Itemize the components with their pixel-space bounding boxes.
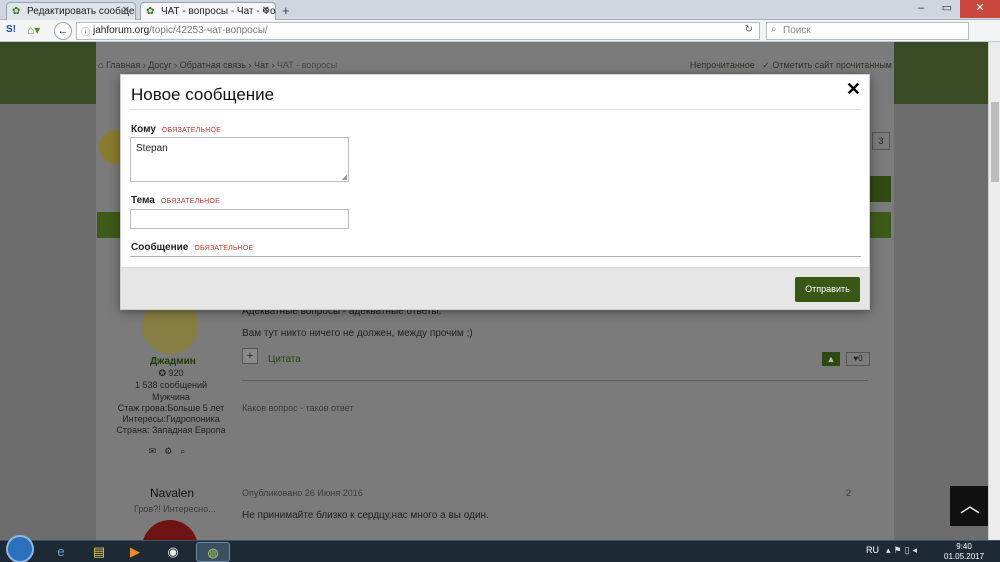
multiquote-button[interactable]: + bbox=[242, 348, 258, 364]
ie-icon[interactable]: e bbox=[44, 542, 78, 562]
breadcrumb-item[interactable]: Чат bbox=[254, 60, 269, 70]
firefox-icon[interactable]: ◍ bbox=[196, 542, 230, 562]
site-favicon-icon: ✿ bbox=[146, 6, 155, 17]
tab-edit-message[interactable]: ✿ Редактировать сообщени... ✕ bbox=[6, 2, 136, 20]
divider bbox=[242, 380, 868, 381]
recipient-field[interactable]: Stepan ◢ bbox=[130, 137, 349, 182]
browser-nav-bar: S! ⌂▾ ← ⓘ jahforum.org/topic/42253-чат-в… bbox=[0, 20, 1000, 42]
url-path: /topic/42253-чат-вопросы/ bbox=[149, 25, 268, 36]
reload-icon[interactable]: ↻ bbox=[745, 24, 753, 35]
resize-handle-icon[interactable]: ◢ bbox=[342, 173, 347, 181]
mark-read-link[interactable]: Отметить сайт прочитанным bbox=[772, 60, 892, 70]
address-bar[interactable]: ⓘ jahforum.org/topic/42253-чат-вопросы/ … bbox=[76, 22, 760, 40]
home-icon: ⌂ bbox=[98, 60, 106, 70]
start-button[interactable] bbox=[6, 535, 34, 562]
close-window-button[interactable]: ✕ bbox=[960, 0, 1000, 18]
required-badge: ОБЯЗАТЕЛЬНОЕ bbox=[194, 245, 254, 252]
message-count: 1 538 сообщений bbox=[134, 380, 208, 390]
quote-link[interactable]: Цитата bbox=[268, 354, 301, 365]
unread-link[interactable]: Непрочитанное bbox=[690, 60, 755, 70]
grow-experience: Стаж гровa:Больше 5 лет bbox=[117, 403, 225, 413]
folder-icon[interactable]: ▤ bbox=[82, 542, 116, 562]
recipient-value: Stepan bbox=[136, 143, 168, 154]
dialog-footer: Отправить bbox=[121, 267, 869, 309]
profile-actions: ✉⚙⌕ bbox=[112, 446, 230, 457]
addon-s-icon[interactable]: S! bbox=[6, 24, 16, 35]
scroll-top-button[interactable]: ︿ bbox=[950, 486, 988, 526]
like-button[interactable]: ♥0 bbox=[846, 352, 870, 366]
message-editor-top[interactable] bbox=[130, 256, 861, 257]
clock[interactable]: 9:40 01.05.2017 bbox=[944, 542, 984, 562]
dialog-title: Новое сообщение bbox=[131, 85, 275, 104]
chrome-icon[interactable]: ◉ bbox=[156, 542, 190, 562]
required-badge: ОБЯЗАТЕЛЬНОЕ bbox=[161, 127, 221, 134]
signature: Каков вопрос - таков ответ bbox=[242, 403, 354, 413]
window-controls: – ▭ ✕ bbox=[908, 0, 1000, 18]
post-text: Не принимайте близко к сердцу,нас много … bbox=[242, 510, 489, 521]
post-text: Вам тут никто ничего не должен, между пр… bbox=[242, 328, 473, 339]
reply-button[interactable] bbox=[867, 176, 891, 202]
scrollbar-thumb[interactable] bbox=[991, 102, 999, 182]
close-icon[interactable]: ✕ bbox=[846, 79, 861, 100]
breadcrumb-item[interactable]: Главная bbox=[106, 60, 140, 70]
message-label: Сообщение ОБЯЗАТЕЛЬНОЕ bbox=[131, 242, 254, 253]
media-player-icon[interactable]: ▶ bbox=[118, 542, 152, 562]
browser-tab-bar: ✿ Редактировать сообщени... ✕ ✿ ЧАТ - во… bbox=[0, 0, 1000, 20]
subject-input[interactable] bbox=[130, 209, 349, 229]
upvote-button[interactable]: ▲ bbox=[822, 352, 840, 366]
tab-label: ЧАТ - вопросы - Чат - Фо... bbox=[161, 6, 276, 17]
tab-label: Редактировать сообщени... bbox=[27, 6, 135, 17]
search-bar[interactable]: ⌕ Поиск bbox=[766, 22, 969, 40]
clock-date: 01.05.2017 bbox=[944, 552, 985, 561]
new-tab-button[interactable]: + bbox=[282, 3, 290, 18]
new-message-dialog: Новое сообщение ✕ Кому ОБЯЗАТЕЛЬНОЕ Stepa… bbox=[120, 74, 870, 310]
divider bbox=[129, 109, 861, 110]
breadcrumb-item[interactable]: ЧАТ - вопросы bbox=[277, 60, 337, 70]
home-icon[interactable]: ⌂▾ bbox=[27, 23, 40, 37]
to-label: Кому ОБЯЗАТЕЛЬНОЕ bbox=[131, 124, 221, 135]
clock-time: 9:40 bbox=[956, 542, 972, 551]
url-domain: jahforum.org bbox=[93, 25, 150, 36]
page-scrollbar[interactable] bbox=[988, 42, 1000, 540]
back-button[interactable]: ← bbox=[54, 22, 72, 40]
info-icon[interactable]: ⓘ bbox=[81, 25, 90, 38]
post-count: 2 bbox=[846, 488, 852, 498]
pager-button[interactable]: 3 bbox=[872, 132, 890, 150]
breadcrumb-item[interactable]: Досуг bbox=[148, 60, 171, 70]
site-favicon-icon: ✿ bbox=[12, 6, 21, 17]
close-tab-icon[interactable]: ✕ bbox=[122, 5, 130, 16]
taskbar: e ▤ ▶ ◉ ◍ RU ▴⚑▯◂ 9:40 01.05.2017 bbox=[0, 535, 1000, 562]
language-indicator[interactable]: RU bbox=[866, 545, 879, 555]
close-tab-icon[interactable]: ✕ bbox=[262, 5, 270, 16]
search-icon: ⌕ bbox=[771, 24, 777, 35]
author-name[interactable]: Джадмин bbox=[150, 356, 196, 367]
page-actions: Непрочитанное ✓ Отметить сайт прочитанны… bbox=[689, 60, 892, 70]
minimize-button[interactable]: – bbox=[908, 0, 934, 18]
maximize-button[interactable]: ▭ bbox=[934, 0, 960, 18]
breadcrumb-item[interactable]: Обратная связь bbox=[180, 60, 246, 70]
reputation: ✪ 920 bbox=[158, 368, 184, 378]
required-badge: ОБЯЗАТЕЛЬНОЕ bbox=[160, 198, 220, 205]
country: Страна: Западная Европа bbox=[116, 425, 226, 435]
interests: Интересы:Гидропоника bbox=[122, 414, 220, 424]
send-button[interactable]: Отправить bbox=[795, 277, 860, 302]
gear-icon[interactable]: ⚙ bbox=[164, 446, 180, 456]
like-count: 0 bbox=[858, 354, 863, 363]
tray-icons[interactable]: ▴⚑▯◂ bbox=[886, 545, 920, 556]
search-icon[interactable]: ⌕ bbox=[180, 446, 193, 456]
search-placeholder: Поиск bbox=[783, 25, 811, 36]
mail-icon[interactable]: ✉ bbox=[149, 446, 165, 456]
breadcrumb: ⌂ Главная › Досуг › Обратная связь › Чат… bbox=[98, 60, 338, 70]
author-name[interactable]: Navalen bbox=[150, 486, 194, 500]
post-date: Опубликовано 26 Июня 2016 bbox=[242, 488, 363, 498]
gender: Мужчина bbox=[152, 392, 190, 402]
tab-chat-questions[interactable]: ✿ ЧАТ - вопросы - Чат - Фо... ✕ bbox=[140, 2, 276, 20]
author-title: Гров?! Интересно... bbox=[134, 504, 216, 514]
subject-label: Тема ОБЯЗАТЕЛЬНОЕ bbox=[131, 195, 220, 206]
